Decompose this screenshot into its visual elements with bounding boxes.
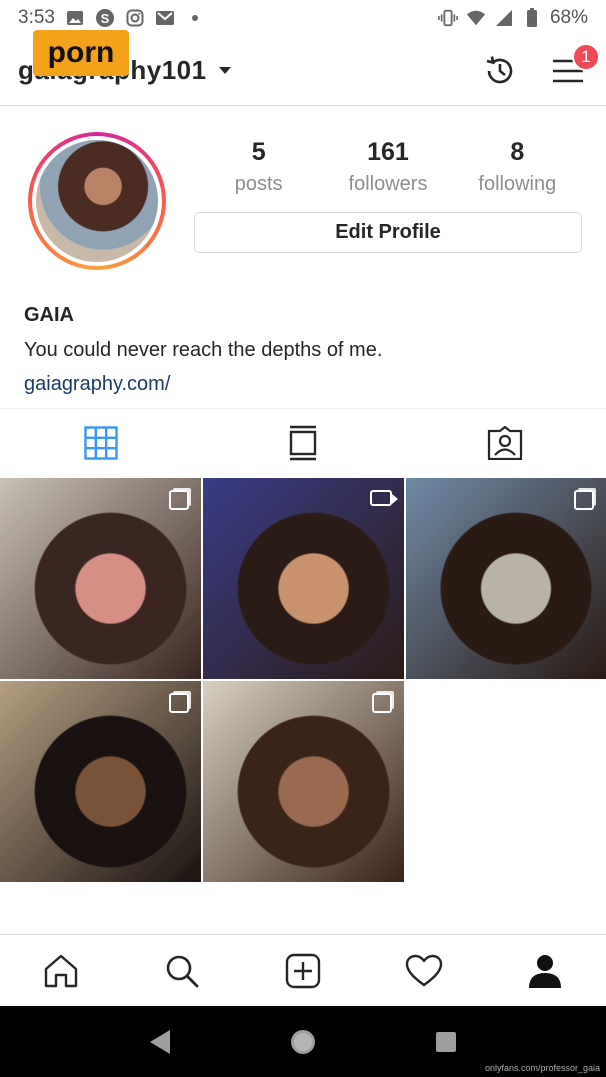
- stat-value: 5: [251, 138, 266, 166]
- battery-icon: [522, 8, 542, 28]
- carousel-icon: [169, 693, 189, 713]
- recents-icon[interactable]: [434, 1030, 458, 1054]
- nav-profile[interactable]: [485, 935, 606, 1006]
- tab-tagged[interactable]: [404, 409, 606, 476]
- bottom-nav: [0, 934, 606, 1006]
- svg-text:S: S: [101, 11, 110, 26]
- post-thumbnail[interactable]: [203, 681, 404, 882]
- watermark-credit: onlyfans.com/professor_gaia: [484, 1063, 600, 1073]
- wifi-icon: [466, 8, 486, 28]
- feed-icon: [289, 425, 317, 460]
- stat-value: 8: [510, 138, 525, 166]
- grid-icon: [84, 425, 118, 460]
- status-time: 3:53: [18, 7, 55, 28]
- nav-home[interactable]: [0, 935, 121, 1006]
- post-thumbnail[interactable]: [0, 681, 201, 882]
- more-notifications-dot-icon: [185, 8, 205, 28]
- archive-button[interactable]: [480, 51, 520, 91]
- stat-label: posts: [234, 173, 283, 195]
- activity-icon: [406, 954, 443, 986]
- stat-posts[interactable]: 5 posts: [194, 138, 323, 196]
- back-icon[interactable]: [148, 1029, 172, 1055]
- stat-value: 161: [367, 138, 409, 166]
- nav-activity[interactable]: [364, 935, 485, 1006]
- tab-feed[interactable]: [202, 409, 404, 476]
- stat-label: following: [478, 173, 557, 195]
- profile-tab-bar: [0, 408, 606, 476]
- carousel-icon: [372, 693, 392, 713]
- vibrate-icon: [438, 8, 458, 28]
- mail-notification-icon: [155, 8, 175, 28]
- carousel-icon: [169, 490, 189, 510]
- post-thumbnail[interactable]: [0, 478, 201, 679]
- tab-grid[interactable]: [0, 409, 202, 476]
- s-app-notification-icon: S: [95, 8, 115, 28]
- gallery-notification-icon: [65, 8, 85, 28]
- profile-stats: 5 posts 161 followers 8 following: [194, 138, 582, 196]
- system-nav-bar: onlyfans.com/professor_gaia: [0, 1006, 606, 1077]
- post-thumbnail[interactable]: [406, 478, 606, 679]
- new-post-icon: [285, 953, 321, 988]
- edit-profile-button[interactable]: Edit Profile: [194, 212, 582, 253]
- chevron-down-icon[interactable]: [218, 67, 231, 74]
- profile-header: 5 posts 161 followers 8 following Edit P…: [0, 108, 606, 408]
- battery-percent: 68%: [549, 7, 588, 28]
- notification-count-badge: 1: [572, 42, 600, 71]
- watermark-logo: porn: [33, 30, 129, 76]
- nav-search[interactable]: [121, 935, 242, 1006]
- bio-section: GAIA You could never reach the depths of…: [24, 304, 382, 396]
- nav-new-post[interactable]: [242, 935, 363, 1006]
- home-button-icon[interactable]: [289, 1028, 317, 1056]
- story-ring[interactable]: [28, 132, 166, 270]
- cell-signal-icon: [494, 8, 514, 28]
- avatar: [36, 140, 158, 262]
- stat-following[interactable]: 8 following: [453, 138, 582, 196]
- post-thumbnail[interactable]: [203, 478, 404, 679]
- website-link[interactable]: gaiagraphy.com/: [24, 373, 382, 396]
- options-menu-button[interactable]: 1: [548, 42, 600, 91]
- tagged-icon: [487, 425, 523, 460]
- profile-icon: [529, 954, 562, 988]
- stat-label: followers: [348, 173, 428, 195]
- search-icon: [166, 955, 199, 987]
- instagram-notification-icon: [125, 8, 145, 28]
- video-icon: [370, 490, 398, 506]
- history-icon: [486, 55, 513, 83]
- bio-text: You could never reach the depths of me.: [24, 339, 383, 361]
- profile-display-name: GAIA: [24, 304, 74, 326]
- home-icon: [44, 954, 77, 987]
- stat-followers[interactable]: 161 followers: [323, 138, 452, 196]
- carousel-icon: [574, 490, 594, 510]
